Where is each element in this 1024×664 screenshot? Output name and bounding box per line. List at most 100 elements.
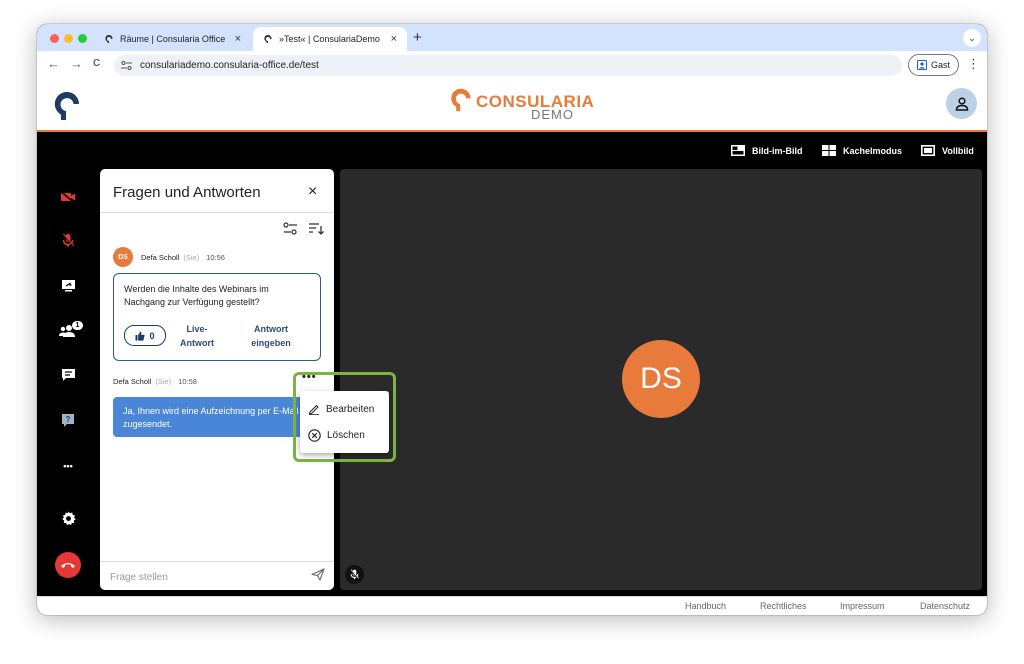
view-option-label: Bild-im-Bild — [752, 145, 803, 156]
site-settings-icon[interactable] — [121, 61, 132, 70]
chat-icon — [61, 369, 75, 381]
question-text: Werden die Inhalte des Webinars im Nachg… — [124, 284, 269, 307]
forward-button[interactable]: → — [70, 56, 83, 71]
sort-icon[interactable] — [308, 222, 324, 235]
user-account-button[interactable] — [946, 88, 977, 119]
tab-title: Räume | Consularia Office — [120, 34, 226, 44]
tab-close-icon[interactable]: × — [235, 33, 241, 45]
chat-button[interactable] — [57, 364, 79, 386]
question-meta: Defa Scholl (Sie) 10:56 — [141, 253, 225, 262]
tab-title: »Test« | ConsulariaDemo — [279, 34, 380, 44]
video-tile[interactable]: DS — [340, 169, 982, 590]
consularia-logo-icon[interactable] — [52, 90, 82, 122]
maximize-window-button[interactable] — [78, 34, 87, 43]
microphone-off-icon — [350, 569, 359, 580]
view-option-label: Kachelmodus — [843, 145, 903, 156]
answer-context-menu: Bearbeiten Löschen — [300, 391, 389, 453]
self-label: (Sie) — [183, 253, 200, 262]
avatar: DS — [113, 247, 133, 267]
ask-question-input[interactable] — [110, 569, 300, 585]
footer-link-imprint[interactable]: Impressum — [840, 601, 885, 611]
footer-link-privacy[interactable]: Datenschutz — [920, 601, 970, 611]
answer-bubble: Ja, Ihnen wird eine Aufzeichnung per E-M… — [113, 397, 315, 437]
question-answer-icon: ? — [62, 413, 74, 427]
edit-menu-item[interactable]: Bearbeiten — [308, 401, 374, 417]
close-circle-icon — [308, 428, 321, 442]
filter-icon[interactable] — [283, 222, 298, 235]
profile-label: Gast — [930, 60, 950, 70]
tile-mode-button[interactable]: Kachelmodus — [822, 145, 902, 156]
url-text: consulariademo.consularia-office.de/test — [140, 60, 319, 71]
app-header: CONSULARIA DEMO — [37, 79, 987, 132]
delete-label: Löschen — [327, 429, 365, 441]
like-button[interactable]: 0 — [124, 325, 166, 346]
close-window-button[interactable] — [50, 34, 59, 43]
answer-text: Ja, Ihnen wird eine Aufzeichnung per E-M… — [123, 406, 299, 429]
picture-in-picture-button[interactable]: Bild-im-Bild — [731, 145, 803, 156]
svg-text:?: ? — [66, 415, 71, 424]
settings-button[interactable] — [57, 507, 79, 529]
microphone-toggle-button[interactable] — [57, 229, 79, 251]
question-card: Werden die Inhalte des Webinars im Nachg… — [113, 273, 321, 361]
fullscreen-button[interactable]: Vollbild — [921, 145, 974, 156]
phone-hangup-icon — [61, 563, 75, 568]
send-icon[interactable] — [311, 568, 325, 581]
camera-off-icon — [60, 191, 75, 203]
meeting-stage: Bild-im-Bild Kachelmodus Vollbild 1 ? ••… — [37, 132, 987, 596]
divider — [100, 212, 334, 213]
delete-menu-item[interactable]: Löschen — [308, 427, 365, 443]
footer-link-handbook[interactable]: Handbuch — [685, 601, 726, 611]
like-count: 0 — [149, 330, 155, 341]
address-row: ← → C consulariademo.consularia-office.d… — [37, 51, 987, 79]
hang-up-button[interactable] — [55, 552, 81, 578]
profile-button[interactable]: Gast — [908, 54, 959, 76]
qa-panel-title: Fragen und Antworten — [113, 184, 261, 201]
enter-answer-button[interactable]: Antwort eingeben — [244, 322, 298, 350]
fullscreen-icon — [921, 145, 935, 156]
timestamp: 10:58 — [178, 377, 197, 386]
timestamp: 10:56 — [206, 253, 225, 262]
browser-window: Räume | Consularia Office × »Test« | Con… — [37, 24, 987, 615]
reload-button[interactable]: C — [93, 58, 100, 69]
camera-toggle-button[interactable] — [57, 186, 79, 208]
screen-share-icon — [61, 279, 75, 291]
minimize-window-button[interactable] — [64, 34, 73, 43]
brand-mark-icon — [451, 88, 471, 112]
answer-meta: Defa Scholl (Sie) 10:58 — [113, 377, 197, 386]
new-tab-button[interactable]: + — [413, 29, 422, 46]
user-icon — [955, 96, 968, 111]
author-name: Defa Scholl — [141, 253, 180, 262]
browser-tab-rooms[interactable]: Räume | Consularia Office × — [94, 27, 251, 51]
author-name: Defa Scholl — [113, 377, 152, 386]
consularia-favicon-icon — [105, 34, 113, 43]
microphone-off-icon — [62, 232, 74, 247]
screen-share-button[interactable] — [57, 274, 79, 296]
more-options-button[interactable]: ••• — [57, 455, 79, 477]
address-bar[interactable]: consulariademo.consularia-office.de/test — [114, 55, 902, 76]
participants-count-badge: 1 — [72, 321, 83, 330]
view-option-label: Vollbild — [942, 145, 974, 156]
questions-button[interactable]: ? — [57, 409, 79, 431]
brand-subtitle: DEMO — [531, 107, 574, 122]
thumbs-up-icon — [135, 331, 146, 341]
picture-in-picture-icon — [731, 145, 745, 156]
browser-menu-icon[interactable]: ⋮ — [967, 56, 980, 72]
browser-tab-test[interactable]: »Test« | ConsulariaDemo × — [253, 27, 407, 51]
tab-search-button[interactable]: ⌄ — [963, 29, 981, 47]
participant-mic-status — [345, 565, 364, 584]
back-button[interactable]: ← — [47, 56, 60, 71]
participant-avatar: DS — [622, 340, 700, 418]
close-icon[interactable]: × — [308, 183, 317, 201]
footer-link-legal[interactable]: Rechtliches — [760, 601, 807, 611]
edit-label: Bearbeiten — [326, 403, 375, 415]
live-answer-button[interactable]: Live- Antwort — [174, 322, 220, 350]
profile-icon — [916, 60, 927, 70]
app-footer: Handbuch Rechtliches Impressum Datenschu… — [37, 596, 987, 615]
tile-grid-icon — [822, 145, 836, 156]
pencil-icon — [308, 404, 319, 415]
tab-close-icon[interactable]: × — [391, 33, 397, 45]
gear-icon — [61, 510, 76, 525]
self-label: (Sie) — [155, 377, 172, 386]
tab-strip: Räume | Consularia Office × »Test« | Con… — [37, 24, 987, 51]
divider — [100, 561, 334, 562]
